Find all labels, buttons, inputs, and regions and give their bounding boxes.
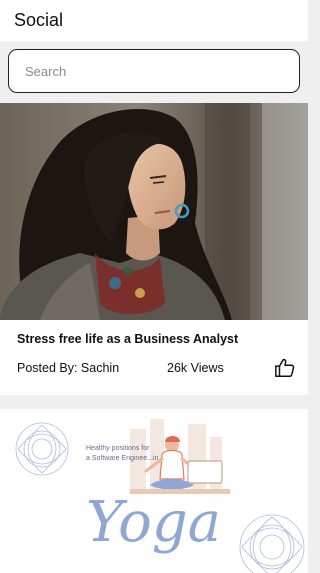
post-card[interactable]: Healthy positions for a Software Enginee… xyxy=(0,409,308,573)
svg-text:a Software Enginee...in: a Software Enginee...in xyxy=(86,455,158,462)
post-views: 26k Views xyxy=(167,361,224,375)
search-input[interactable] xyxy=(25,63,299,79)
social-screen: Social Search Stress free life as a Busi… xyxy=(0,0,308,573)
image-caption: Healthy positions for xyxy=(86,445,150,452)
yoga-word: Yoga xyxy=(86,490,221,555)
post-meta: Posted By: Sachin 26k Views xyxy=(17,357,296,379)
page-title: Social xyxy=(14,10,64,30)
post-image[interactable]: Healthy positions for a Software Enginee… xyxy=(0,409,308,573)
post-title[interactable]: Stress free life as a Business Analyst xyxy=(17,332,238,346)
app-header: Social xyxy=(0,0,308,41)
post-image[interactable] xyxy=(0,103,308,320)
thumbs-up-icon[interactable] xyxy=(274,357,296,379)
post-author: Posted By: Sachin xyxy=(17,361,120,375)
post-card-body: Stress free life as a Business Analyst P… xyxy=(0,320,308,395)
search-container xyxy=(0,41,308,103)
post-card[interactable]: Stress free life as a Business Analyst P… xyxy=(0,103,308,395)
search-box[interactable] xyxy=(8,49,300,93)
card-separator xyxy=(0,395,308,409)
